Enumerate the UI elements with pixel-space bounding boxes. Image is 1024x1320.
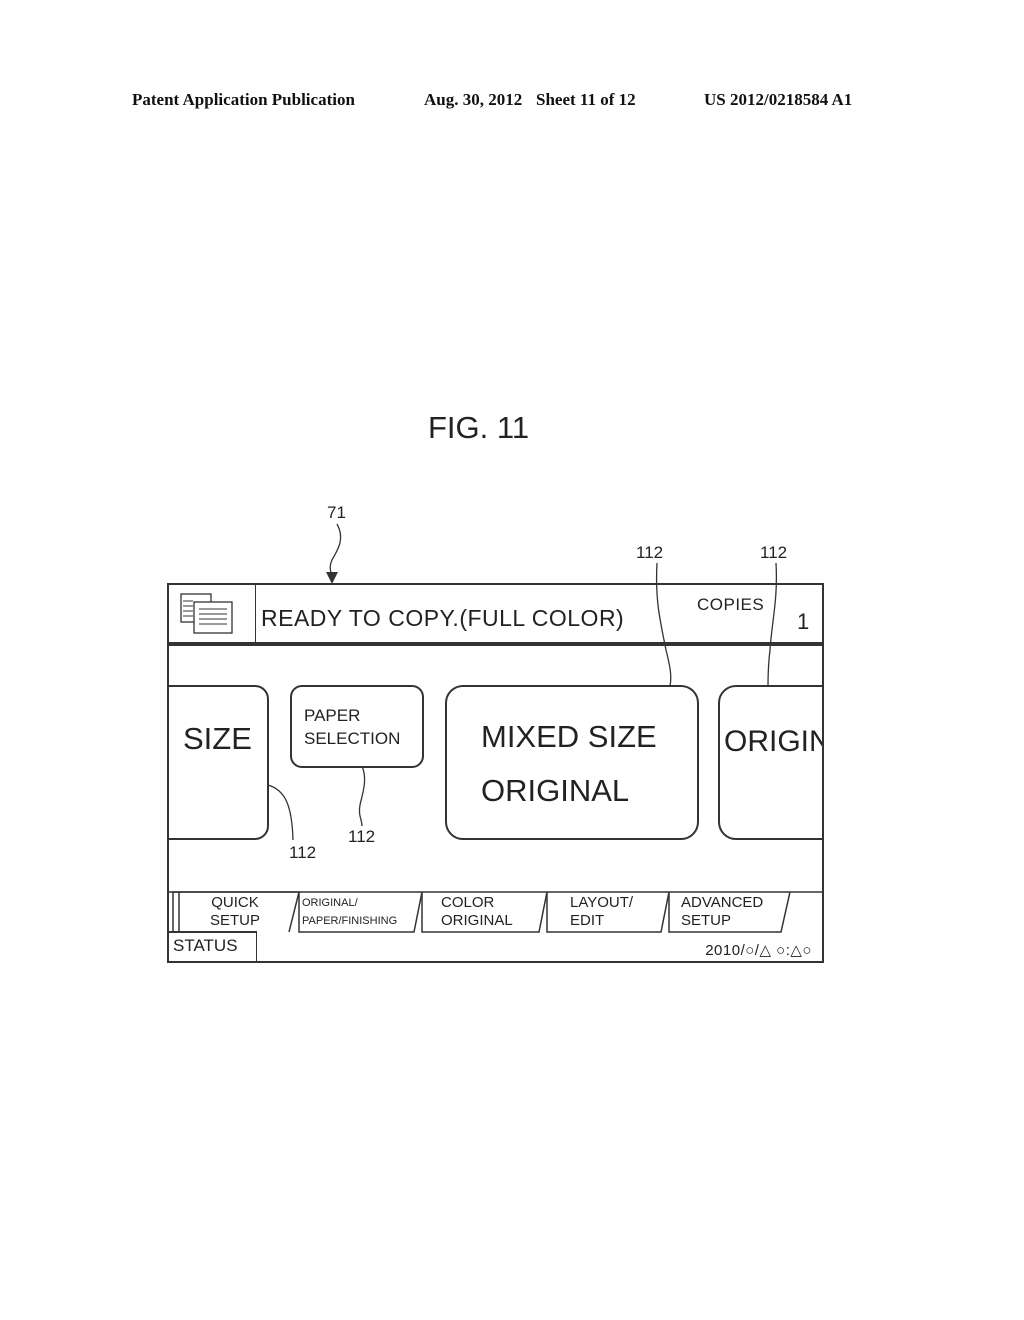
- ref-numeral-button: 112: [636, 543, 664, 562]
- tab-color-line1: COLOR: [441, 894, 495, 911]
- tab-original-line2: PAPER/FINISHING: [302, 915, 398, 927]
- tab-layout-line2: EDIT: [570, 912, 605, 929]
- publication-date: Aug. 30, 2012: [424, 90, 523, 109]
- status-button[interactable]: STATUS: [169, 932, 257, 961]
- copy-documents-icon: [180, 593, 233, 634]
- mixed-size-label-line2: ORIGINAL: [481, 773, 630, 808]
- tab-quick-setup-line2: SETUP: [209, 912, 260, 929]
- ref-numeral-button: 112: [760, 543, 788, 562]
- tab-advanced-line2: SETUP: [681, 912, 732, 929]
- leader-line-panel: [329, 523, 342, 579]
- operation-panel: READY TO COPY.(FULL COLOR) COPIES 1 SIZE…: [167, 583, 824, 963]
- tab-original-paper-finishing[interactable]: ORIGINAL/ PAPER/FINISHING: [302, 894, 397, 930]
- copies-count: 1: [797, 609, 810, 634]
- tab-quick-setup[interactable]: QUICK SETUP: [207, 894, 263, 930]
- copies-label: COPIES: [697, 595, 765, 614]
- tab-original-line1: ORIGINAL/: [302, 897, 358, 909]
- tab-color-original[interactable]: COLOR ORIGINAL: [441, 894, 513, 930]
- sheet-number: Sheet 11 of 12: [536, 90, 636, 109]
- size-button[interactable]: SIZE: [169, 685, 269, 840]
- tab-color-line2: ORIGINAL: [441, 912, 513, 929]
- tab-quick-setup-line1: QUICK: [211, 894, 259, 911]
- tab-advanced-setup[interactable]: ADVANCED SETUP: [681, 894, 763, 930]
- original-button[interactable]: ORIGIN: [718, 685, 824, 840]
- tab-layout-line1: LAYOUT/: [570, 894, 634, 911]
- date-time-display: 2010/○/△ ○:△○: [705, 942, 812, 959]
- status-button-label: STATUS: [173, 936, 238, 955]
- mixed-size-label-line1: MIXED SIZE: [481, 719, 657, 754]
- publication-label: Patent Application Publication: [132, 90, 355, 109]
- patent-number: US 2012/0218584 A1: [704, 90, 853, 109]
- paper-selection-label-line1: PAPER: [304, 706, 361, 725]
- figure-title: FIG. 11: [428, 410, 530, 445]
- paper-selection-button[interactable]: PAPER SELECTION: [290, 685, 424, 768]
- copy-mode-icon-cell[interactable]: [169, 585, 256, 642]
- original-button-label: ORIGIN: [724, 725, 824, 758]
- message-bar: READY TO COPY.(FULL COLOR) COPIES 1: [169, 585, 822, 646]
- tab-layout-edit[interactable]: LAYOUT/ EDIT: [570, 894, 633, 930]
- paper-selection-label-line2: SELECTION: [304, 729, 401, 748]
- status-message: READY TO COPY.(FULL COLOR): [261, 605, 625, 631]
- mixed-size-original-button[interactable]: MIXED SIZE ORIGINAL: [445, 685, 699, 840]
- tab-advanced-line1: ADVANCED: [681, 894, 764, 911]
- size-button-label: SIZE: [183, 721, 252, 756]
- ref-numeral-panel: 71: [327, 503, 346, 522]
